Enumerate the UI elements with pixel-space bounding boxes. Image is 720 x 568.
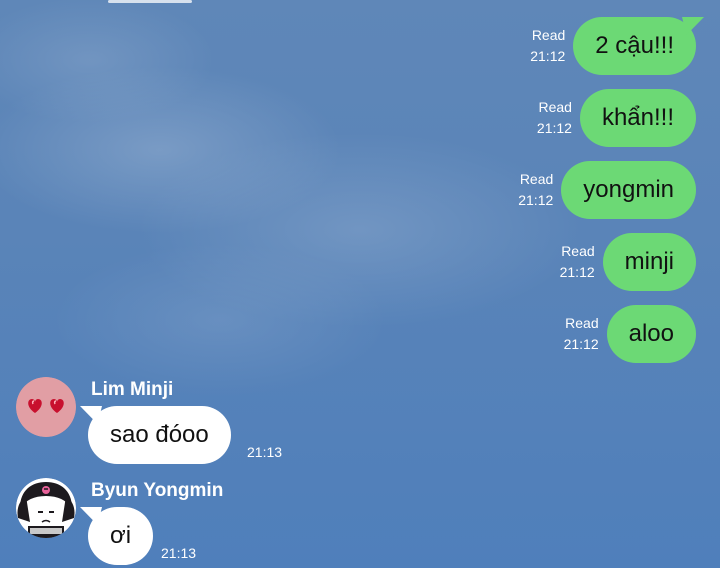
message-meta: Read 21:12	[530, 25, 565, 67]
message-meta: Read 21:12	[560, 241, 595, 283]
incoming-bubble[interactable]: ơi	[88, 507, 154, 565]
message-meta: Read 21:12	[537, 97, 572, 139]
outgoing-message[interactable]: Read 21:12 aloo	[564, 305, 696, 363]
incoming-bubble[interactable]: sao đóoo	[88, 406, 231, 464]
outgoing-bubble[interactable]: minji	[602, 233, 696, 291]
sender-name: Byun Yongmin	[91, 480, 224, 501]
read-status: Read	[531, 27, 566, 43]
message-meta: Read 21:12	[564, 313, 599, 355]
outgoing-bubble[interactable]: yongmin	[561, 161, 696, 219]
outgoing-bubble[interactable]: khẩn!!!	[579, 89, 696, 147]
read-status: Read	[565, 315, 599, 331]
outgoing-message[interactable]: Read 21:12 yongmin	[518, 161, 696, 219]
read-status: Read	[519, 171, 554, 187]
message-time: 21:12	[530, 48, 566, 64]
sender-name: Lim Minji	[91, 379, 174, 400]
message-time: 21:12	[559, 264, 595, 280]
outgoing-message[interactable]: Read 21:12 minji	[560, 233, 696, 291]
scroll-indicator	[108, 0, 192, 3]
read-status: Read	[561, 243, 595, 259]
message-time: 21:12	[536, 120, 572, 136]
message-meta: Read 21:12	[518, 169, 553, 211]
read-status: Read	[538, 99, 572, 115]
outgoing-message[interactable]: Read 21:12 2 cậu!!!	[530, 17, 696, 75]
message-time: 21:13	[247, 444, 283, 460]
message-time: 21:12	[563, 336, 599, 352]
message-time: 21:13	[161, 545, 197, 561]
kuromi-avatar-icon[interactable]	[16, 478, 76, 538]
outgoing-bubble[interactable]: aloo	[606, 305, 696, 363]
message-time: 21:12	[518, 192, 554, 208]
outgoing-message[interactable]: Read 21:12 khẩn!!!	[537, 89, 696, 147]
outgoing-bubble[interactable]: 2 cậu!!!	[573, 17, 696, 75]
heart-eyes-avatar-icon[interactable]	[16, 377, 76, 437]
